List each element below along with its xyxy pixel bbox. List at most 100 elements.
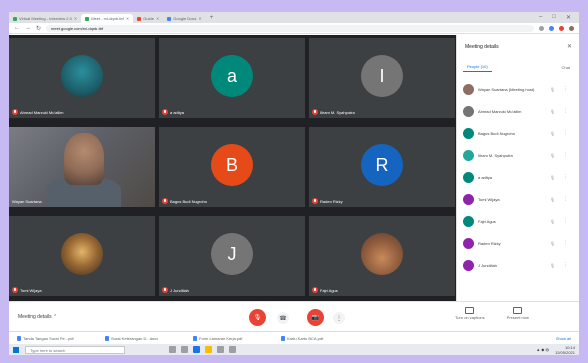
participant-name: Bagus Budi Nugroho bbox=[478, 130, 515, 136]
download-filename: Kartu Kartu BCA.pdf bbox=[287, 335, 324, 341]
participant-video-tile[interactable]: Wayan Suartana bbox=[9, 127, 155, 207]
close-window-icon[interactable]: ✕ bbox=[566, 14, 571, 21]
tray-icons[interactable]: ▲ ◆ ◍ bbox=[536, 347, 549, 352]
more-options-icon[interactable]: ⋮ bbox=[563, 240, 568, 246]
reload-icon[interactable]: ↻ bbox=[36, 25, 41, 32]
url-input[interactable]: meet.google.com/rxi-dqnb-tbf bbox=[46, 24, 534, 32]
participant-name: Raden Rizky bbox=[478, 240, 501, 246]
participant-tile[interactable]: I Ilham M. Syahputra bbox=[309, 38, 455, 118]
participant-label: Bagus Budi Nugroho bbox=[162, 198, 207, 204]
tab-label: Meet - rxi-dqnb-tbf bbox=[91, 16, 124, 21]
participant-label: Ahmad Marzuki Mu'allim bbox=[12, 109, 63, 115]
tab-close-icon[interactable]: ✕ bbox=[126, 16, 129, 21]
more-options-icon[interactable]: ⋮ bbox=[563, 130, 568, 136]
avatar bbox=[463, 237, 474, 249]
more-options-icon[interactable]: ⋮ bbox=[563, 108, 568, 114]
list-item[interactable]: Tomi Wijaya 🎙 ⋮ bbox=[463, 188, 576, 210]
close-icon[interactable]: ✕ bbox=[567, 43, 572, 50]
participant-tile[interactable]: R Raden Rizky bbox=[309, 127, 455, 207]
tab-favicon-icon bbox=[137, 16, 142, 21]
task-view-icon[interactable] bbox=[169, 346, 176, 353]
participant-name: J Jundillah bbox=[478, 262, 497, 268]
maximize-icon[interactable]: □ bbox=[552, 14, 556, 21]
muted-mic-icon bbox=[162, 109, 168, 115]
extension-icon[interactable] bbox=[549, 25, 554, 31]
list-item[interactable]: a aditya 🎙 ⋮ bbox=[463, 166, 576, 188]
forward-arrow-icon[interactable]: → bbox=[25, 25, 31, 31]
tab-close-icon[interactable]: ✕ bbox=[74, 16, 77, 21]
list-item[interactable]: Ahmad Marzuki Mu'allim 🎙 ⋮ bbox=[463, 100, 576, 122]
download-filename: Form Lamaran Kerja.pdf bbox=[199, 335, 243, 341]
window-controls: – □ ✕ bbox=[539, 14, 579, 21]
participant-tile[interactable]: J J Jundillah bbox=[159, 216, 305, 296]
end-call-button[interactable]: ☎ bbox=[277, 312, 289, 324]
tab-chat[interactable]: Chat bbox=[558, 63, 574, 72]
participant-label: Raden Rizky bbox=[312, 198, 343, 204]
muted-mic-icon bbox=[12, 287, 18, 293]
participant-label: J Jundillah bbox=[162, 287, 189, 293]
more-options-icon[interactable]: ⋮ bbox=[563, 262, 568, 268]
more-options-icon[interactable]: ⋮ bbox=[563, 218, 568, 224]
participant-name: Fajri Agus bbox=[320, 287, 338, 293]
participant-tile[interactable]: Ahmad Marzuki Mu'allim bbox=[9, 38, 155, 118]
muted-mic-icon bbox=[312, 198, 318, 204]
taskbar-search-input[interactable]: Type here to search bbox=[25, 345, 125, 354]
list-item[interactable]: Raden Rizky 🎙 ⋮ bbox=[463, 232, 576, 254]
list-item[interactable]: Fajri Agus 🎙 ⋮ bbox=[463, 210, 576, 232]
participant-tile[interactable]: Fajri Agus bbox=[309, 216, 455, 296]
minimize-icon[interactable]: – bbox=[539, 14, 542, 21]
more-options-button[interactable]: ⋮ bbox=[333, 312, 345, 324]
download-item[interactable]: Form Lamaran Kerja.pdf bbox=[193, 335, 277, 341]
download-item[interactable]: Tanda Tangan Surat Pe...pdf bbox=[17, 335, 101, 341]
camera-toggle-button[interactable]: 📷 bbox=[307, 309, 324, 326]
captions-button[interactable]: Turn on captions bbox=[455, 307, 485, 320]
mic-toggle-button[interactable]: 🎙 bbox=[249, 309, 266, 326]
app-icon[interactable] bbox=[229, 346, 236, 353]
tab-label: Guide bbox=[143, 16, 154, 21]
browser-window: Virtual Meeting - Interview 2.0 ✕ Meet -… bbox=[9, 12, 579, 355]
download-item[interactable]: Kartu Kartu BCA.pdf bbox=[281, 335, 365, 341]
more-options-icon[interactable]: ⋮ bbox=[563, 152, 568, 158]
participant-avatar: J bbox=[211, 233, 253, 276]
download-item[interactable]: Surat Keterangan D...docx bbox=[105, 335, 189, 341]
meeting-details-button[interactable]: Meeting details ⌃ bbox=[18, 314, 57, 320]
more-options-icon[interactable]: ⋮ bbox=[563, 196, 568, 202]
list-item[interactable]: J Jundillah 🎙 ⋮ bbox=[463, 254, 576, 276]
mic-off-icon: 🎙 bbox=[550, 218, 556, 224]
clock[interactable]: 10:14 12/05/2021 bbox=[555, 345, 575, 355]
browser-tab[interactable]: Guide ✕ bbox=[133, 14, 163, 23]
app-icon[interactable] bbox=[217, 346, 224, 353]
tab-close-icon[interactable]: ✕ bbox=[198, 16, 201, 21]
extension-icon[interactable] bbox=[559, 25, 564, 31]
participant-name: Tomi Wijaya bbox=[478, 196, 500, 202]
participant-label: Ilham M. Syahputra bbox=[312, 109, 355, 115]
more-options-icon[interactable]: ⋮ bbox=[563, 86, 568, 92]
participant-tile[interactable]: Tomi Wijaya bbox=[9, 216, 155, 296]
participant-tile[interactable]: a a aditya bbox=[159, 38, 305, 118]
more-options-icon[interactable]: ⋮ bbox=[563, 174, 568, 180]
tab-close-icon[interactable]: ✕ bbox=[156, 16, 159, 21]
browser-tab[interactable]: Google Docs ✕ bbox=[163, 14, 205, 23]
muted-mic-icon bbox=[162, 287, 168, 293]
file-explorer-icon[interactable] bbox=[181, 346, 188, 353]
chrome-icon[interactable] bbox=[205, 346, 212, 353]
show-all-downloads-link[interactable]: Show all bbox=[556, 336, 571, 341]
new-tab-button[interactable]: + bbox=[206, 15, 218, 21]
muted-mic-icon bbox=[12, 109, 18, 115]
profile-avatar[interactable] bbox=[569, 25, 574, 31]
list-item[interactable]: Ilham M. Syahputra 🎙 ⋮ bbox=[463, 144, 576, 166]
back-arrow-icon[interactable]: ← bbox=[14, 25, 20, 31]
edge-browser-icon[interactable] bbox=[193, 346, 200, 353]
tab-people[interactable]: People (10) bbox=[463, 62, 492, 72]
windows-start-icon[interactable] bbox=[13, 346, 19, 353]
present-now-button[interactable]: Present now bbox=[507, 307, 529, 320]
browser-tab-active[interactable]: Meet - rxi-dqnb-tbf ✕ bbox=[81, 14, 134, 23]
participant-avatar: R bbox=[361, 144, 403, 187]
participant-tile[interactable]: B Bagus Budi Nugroho bbox=[159, 127, 305, 207]
list-item[interactable]: Wayan Suartana (Meeting host) 🎙 ⋮ bbox=[463, 78, 576, 100]
list-item[interactable]: Bagus Budi Nugroho 🎙 ⋮ bbox=[463, 122, 576, 144]
participant-name: Ahmad Marzuki Mu'allim bbox=[478, 108, 522, 114]
browser-tab[interactable]: Virtual Meeting - Interview 2.0 ✕ bbox=[9, 14, 81, 23]
star-icon[interactable] bbox=[539, 25, 544, 31]
tab-label: Virtual Meeting - Interview 2.0 bbox=[19, 16, 72, 21]
